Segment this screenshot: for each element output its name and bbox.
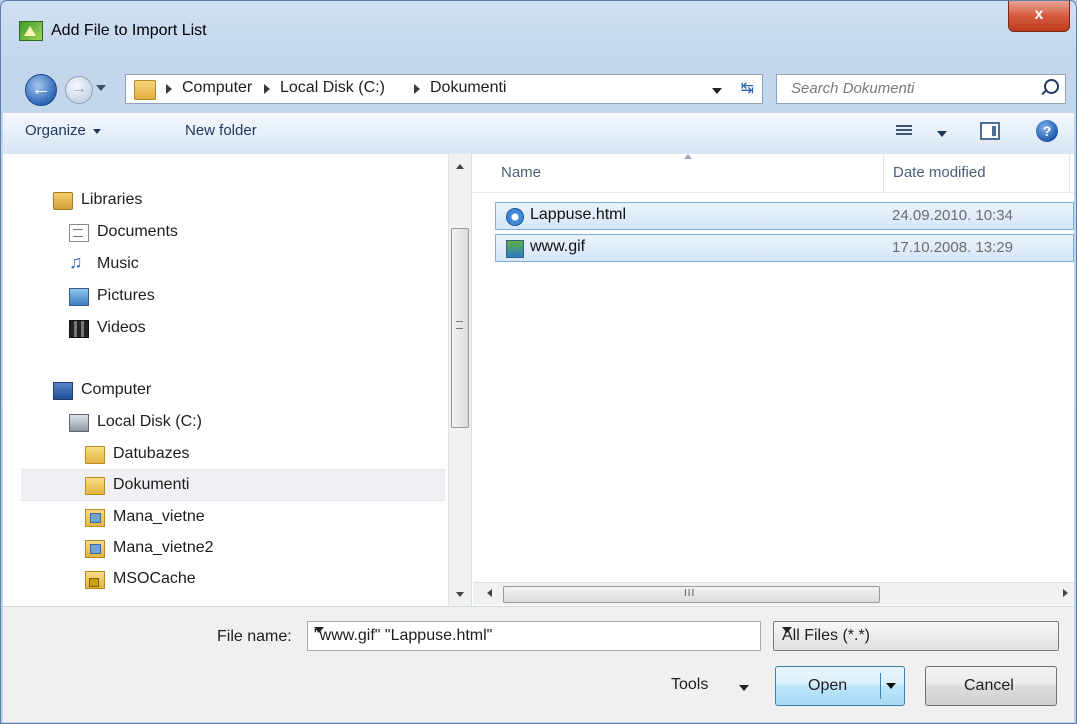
cancel-button[interactable]: Cancel xyxy=(925,666,1057,706)
organize-label: Organize xyxy=(25,122,86,139)
address-dropdown-icon[interactable] xyxy=(712,88,722,94)
address-bar[interactable]: Computer Local Disk (C:) Dokumenti ↹ xyxy=(125,74,763,104)
navigation-pane: Libraries Documents ♫ Music Pictures Vid… xyxy=(3,154,472,606)
file-name-value[interactable]: "www.gif" "Lappuse.html" xyxy=(314,627,492,645)
file-date: 24.09.2010. 10:34 xyxy=(892,207,1013,224)
open-button[interactable]: Open xyxy=(775,666,905,706)
scroll-left-icon[interactable] xyxy=(487,589,492,597)
window-title: Add File to Import List xyxy=(51,22,207,39)
file-name-label: File name: xyxy=(217,628,292,645)
close-button[interactable]: x xyxy=(1008,1,1070,32)
dialog-footer: File name: "www.gif" "Lappuse.html" All … xyxy=(3,606,1074,722)
nav-item-label: Libraries xyxy=(81,191,143,208)
file-name: www.gif xyxy=(530,238,586,255)
folder-icon xyxy=(85,477,105,495)
chevron-down-icon[interactable] xyxy=(782,627,792,633)
pictures-icon xyxy=(69,288,89,306)
breadcrumb-separator-icon[interactable] xyxy=(166,84,172,94)
folder-icon xyxy=(134,80,156,100)
nav-item-label: Datubazes xyxy=(113,445,190,462)
nav-item-label: Videos xyxy=(97,319,146,336)
web-folder-icon xyxy=(85,509,105,527)
organize-button[interactable]: Organize xyxy=(25,122,101,139)
music-icon: ♫ xyxy=(69,252,83,272)
new-folder-button[interactable]: New folder xyxy=(185,122,257,139)
refresh-icon[interactable]: ↹ xyxy=(741,78,754,98)
tools-button[interactable]: Tools xyxy=(671,676,708,694)
file-name-history-dropdown[interactable] xyxy=(314,627,324,633)
title-bar[interactable]: Add File to Import List x xyxy=(1,1,1076,45)
recent-pages-dropdown[interactable] xyxy=(96,85,106,91)
file-type-value: All Files (*.*) xyxy=(782,627,871,644)
app-icon xyxy=(19,21,43,41)
file-type-select[interactable]: All Files (*.*) xyxy=(773,621,1059,651)
column-header-name[interactable]: Name xyxy=(501,164,541,181)
dialog-window: Add File to Import List x ← → Computer L… xyxy=(0,0,1077,724)
open-label: Open xyxy=(808,677,848,694)
libraries-icon xyxy=(53,192,73,210)
documents-icon xyxy=(69,224,89,242)
computer-icon xyxy=(53,382,73,400)
cancel-label: Cancel xyxy=(964,677,1014,694)
scrollbar-thumb[interactable]: III xyxy=(503,586,880,603)
column-headers: Name Date modified xyxy=(473,154,1074,193)
gif-image-icon xyxy=(506,240,524,258)
nav-item-label: Documents xyxy=(97,223,178,240)
file-row-lappuse[interactable]: Lappuse.html 24.09.2010. 10:34 xyxy=(495,202,1074,230)
videos-icon xyxy=(69,320,89,338)
file-list-horizontal-scrollbar[interactable]: III xyxy=(473,582,1074,605)
split-divider xyxy=(880,673,881,699)
back-button[interactable]: ← xyxy=(25,74,57,106)
locked-folder-icon xyxy=(85,571,105,589)
nav-item-label: Mana_vietne2 xyxy=(113,539,214,556)
breadcrumb-dokumenti[interactable]: Dokumenti xyxy=(430,79,506,97)
scrollbar-thumb[interactable] xyxy=(451,228,469,428)
breadcrumb-separator-icon[interactable] xyxy=(414,84,420,94)
nav-item-label: Mana_vietne xyxy=(113,508,205,525)
disk-icon xyxy=(69,414,89,432)
search-icon[interactable] xyxy=(1044,79,1059,94)
file-date: 17.10.2008. 13:29 xyxy=(892,239,1013,256)
command-bar: Organize New folder ? xyxy=(3,112,1074,156)
preview-pane-icon[interactable] xyxy=(980,122,1000,140)
ie-html-icon xyxy=(506,208,524,226)
column-divider[interactable] xyxy=(1069,154,1070,192)
web-folder-icon xyxy=(85,540,105,558)
nav-item-label: MSOCache xyxy=(113,570,196,587)
scroll-right-icon[interactable] xyxy=(1063,589,1068,597)
scroll-down-icon[interactable] xyxy=(456,592,464,597)
folder-icon xyxy=(85,446,105,464)
nav-item-label: Music xyxy=(97,255,139,272)
nav-vertical-scrollbar[interactable] xyxy=(448,154,471,606)
file-name-input[interactable]: "www.gif" "Lappuse.html" xyxy=(307,621,761,651)
tools-dropdown-icon[interactable] xyxy=(739,685,749,691)
file-row-www-gif[interactable]: www.gif 17.10.2008. 13:29 xyxy=(495,234,1074,262)
search-box[interactable]: Search Dokumenti xyxy=(776,74,1066,104)
breadcrumb-computer[interactable]: Computer xyxy=(182,79,252,97)
column-header-date-modified[interactable]: Date modified xyxy=(893,164,986,181)
column-divider[interactable] xyxy=(883,154,884,192)
search-input[interactable]: Search Dokumenti xyxy=(791,80,914,97)
view-options-dropdown[interactable] xyxy=(937,131,947,137)
nav-item-label: Dokumenti xyxy=(113,476,190,493)
breadcrumb-separator-icon[interactable] xyxy=(264,84,270,94)
sort-ascending-icon xyxy=(684,154,692,159)
nav-item-label: Pictures xyxy=(97,287,155,304)
chevron-down-icon xyxy=(92,128,101,134)
file-list: Name Date modified Lappuse.html 24.09.20… xyxy=(473,154,1074,606)
change-view-icon[interactable] xyxy=(896,123,912,139)
forward-button[interactable]: → xyxy=(65,76,93,104)
file-name: Lappuse.html xyxy=(530,206,627,223)
nav-item-label: Local Disk (C:) xyxy=(97,413,202,430)
content-area: Libraries Documents ♫ Music Pictures Vid… xyxy=(3,154,1074,606)
open-options-dropdown[interactable] xyxy=(886,683,896,689)
grip-icon: III xyxy=(684,588,696,599)
scroll-up-icon[interactable] xyxy=(456,164,464,169)
nav-item-label: Computer xyxy=(81,381,152,398)
help-icon[interactable]: ? xyxy=(1036,120,1058,142)
breadcrumb-local-disk[interactable]: Local Disk (C:) xyxy=(280,79,385,97)
